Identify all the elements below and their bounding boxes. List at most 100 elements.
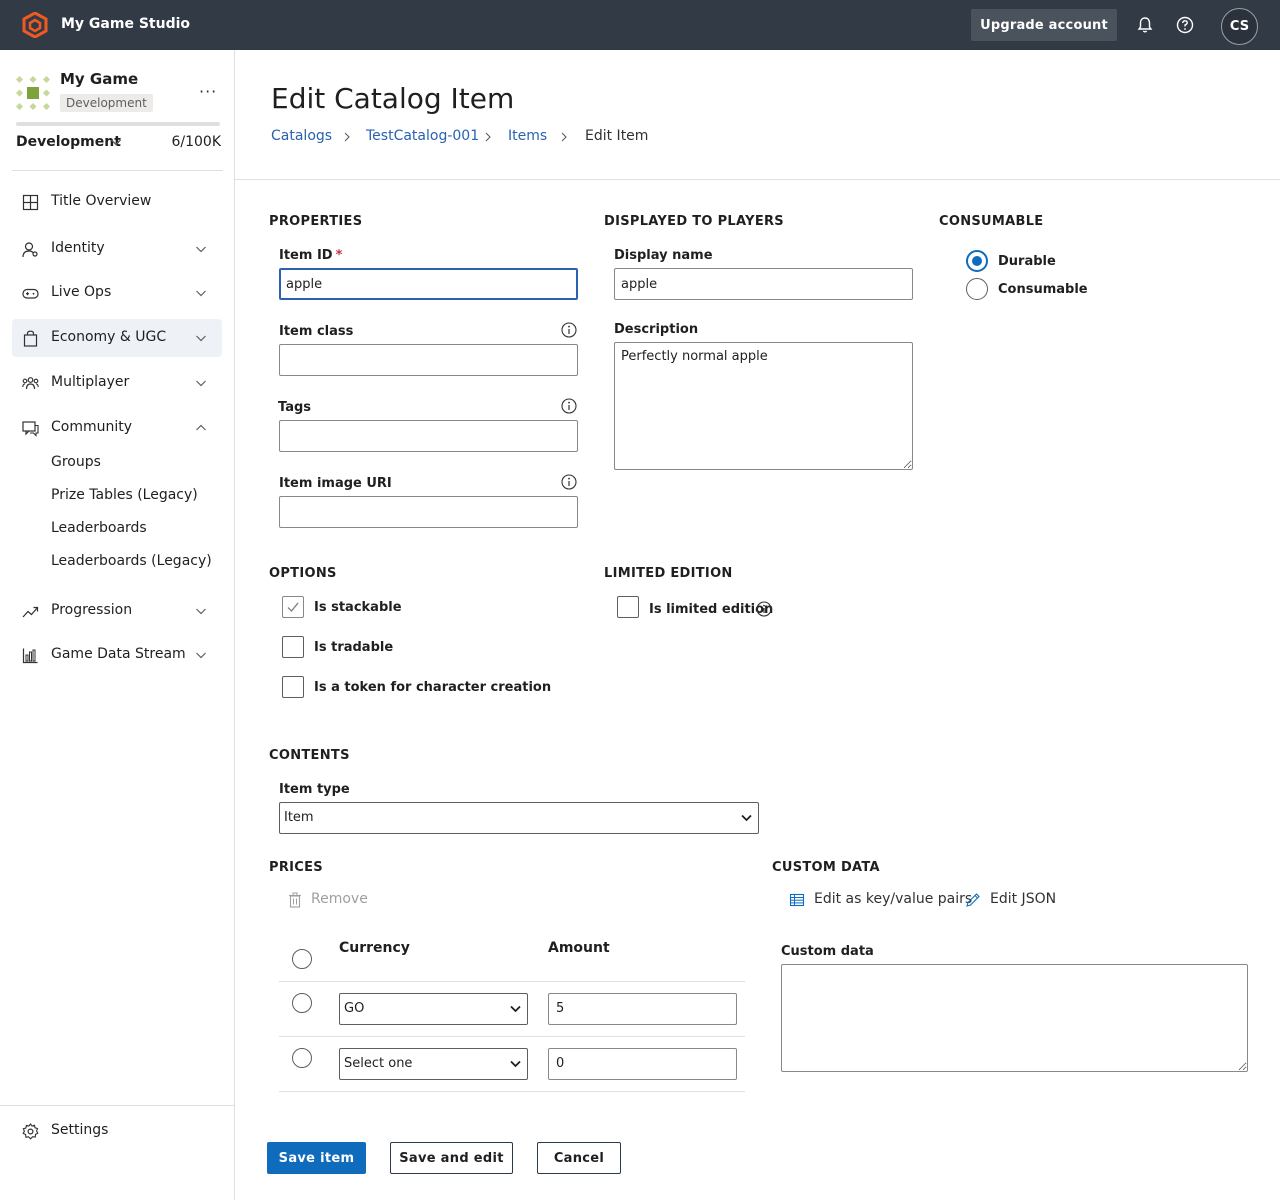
amount-input[interactable]: 0 [548,1048,737,1080]
select-all-prices-radio[interactable] [292,949,312,969]
nav-label: Economy & UGC [51,329,167,345]
stackable-checkbox[interactable] [282,596,304,618]
nav-label: Game Data Stream [51,646,186,662]
chevron-right-icon [344,132,350,142]
nav-settings[interactable]: Settings [12,1112,222,1150]
save-item-button[interactable]: Save item [267,1142,366,1174]
item-type-select[interactable]: Item [279,802,759,834]
nav-label: Progression [51,602,133,618]
checkmark-icon [287,602,299,613]
info-icon[interactable] [561,474,577,490]
chevron-down-icon [510,1005,521,1013]
usage-count: 6/100K [171,134,221,150]
item-type-value: Item [284,810,314,825]
description-label: Description [614,322,699,337]
bell-icon[interactable] [1136,16,1154,34]
durable-label[interactable]: Durable [998,254,1056,269]
nav-sub-leaderboards-legacy[interactable]: Leaderboards (Legacy) [51,553,212,569]
durable-radio[interactable] [966,250,988,272]
info-icon[interactable] [756,601,772,617]
nav-sub-prize-tables[interactable]: Prize Tables (Legacy) [51,487,198,503]
character-token-checkbox[interactable] [282,676,304,698]
nav-identity[interactable]: Identity [12,230,222,268]
nav-sub-leaderboards[interactable]: Leaderboards [51,520,147,536]
more-options-icon[interactable]: ··· [199,82,217,101]
chevron-down-icon [510,1060,521,1068]
info-icon[interactable] [561,398,577,414]
tags-input[interactable] [279,420,578,452]
nav-multiplayer[interactable]: Multiplayer [12,364,222,402]
edit-json-button[interactable]: Edit JSON [965,891,1057,911]
trend-up-icon [22,606,39,618]
currency-select[interactable]: GO [339,993,528,1025]
save-and-edit-button[interactable]: Save and edit [390,1142,513,1174]
consumable-radio[interactable] [966,278,988,300]
chevron-down-icon [196,652,206,659]
currency-select[interactable]: Select one [339,1048,528,1080]
item-class-input[interactable] [279,344,578,376]
section-heading-consumable: CONSUMABLE [939,214,1044,229]
bar-chart-icon [22,648,38,664]
image-uri-label: Item image URI [279,476,392,491]
nav-community[interactable]: Community [12,409,222,447]
studio-logo-icon[interactable] [22,12,48,38]
nav-label: Title Overview [51,193,152,209]
help-icon[interactable] [1176,16,1194,34]
limited-edition-label[interactable]: Is limited edition [649,602,773,617]
edit-key-value-button[interactable]: Edit as key/value pairs [789,891,972,911]
divider [12,170,223,171]
divider [279,1091,745,1092]
tradable-checkbox[interactable] [282,636,304,658]
amount-column-header: Amount [548,940,610,956]
remove-price-button[interactable]: Remove [287,891,368,911]
display-name-input[interactable] [614,268,913,300]
limited-edition-checkbox[interactable] [617,596,639,618]
currency-value: GO [344,1001,365,1016]
identity-icon [22,242,38,258]
character-token-label[interactable]: Is a token for character creation [314,680,551,695]
game-name[interactable]: My Game [60,70,138,88]
breadcrumb-catalog[interactable]: TestCatalog-001 [366,128,479,144]
image-uri-input[interactable] [279,496,578,528]
nav-sub-groups[interactable]: Groups [51,454,101,470]
tradable-label[interactable]: Is tradable [314,640,393,655]
nav-game-data-stream[interactable]: Game Data Stream [12,636,222,674]
price-row-radio[interactable] [292,1048,312,1068]
edit-json-label: Edit JSON [990,891,1057,907]
cancel-button[interactable]: Cancel [537,1142,621,1174]
user-avatar[interactable]: CS [1221,8,1258,45]
info-icon[interactable] [561,322,577,338]
item-type-label: Item type [279,782,350,797]
nav-label: Multiplayer [51,374,130,390]
price-row-radio[interactable] [292,993,312,1013]
nav-label: Community [51,419,133,435]
table-icon [789,893,805,907]
custom-data-textarea[interactable] [781,964,1248,1072]
nav-label: Live Ops [51,284,112,300]
nav-label: Identity [51,240,105,256]
stackable-label[interactable]: Is stackable [314,600,402,615]
upgrade-account-button[interactable]: Upgrade account [971,9,1117,41]
nav-title-overview[interactable]: Title Overview [12,183,222,221]
page-title: Edit Catalog Item [271,82,515,115]
breadcrumb-items[interactable]: Items [508,128,547,144]
studio-name[interactable]: My Game Studio [61,16,190,32]
consumable-label[interactable]: Consumable [998,282,1088,297]
amount-input[interactable]: 5 [548,993,737,1025]
chevron-down-icon[interactable] [110,136,122,148]
description-textarea[interactable]: Perfectly normal apple [614,342,913,470]
breadcrumb-catalogs[interactable]: Catalogs [271,128,332,144]
nav-progression[interactable]: Progression [12,592,222,630]
environment-badge: Development [60,94,153,112]
chevron-down-icon [196,290,206,297]
item-id-label: Item ID * [279,248,342,263]
section-heading-displayed: DISPLAYED TO PLAYERS [604,214,784,229]
environment-select[interactable]: Development [16,134,121,150]
nav-economy-ugc[interactable]: Economy & UGC [12,319,222,357]
chevron-up-icon [196,424,206,431]
nav-live-ops[interactable]: Live Ops [12,274,222,312]
item-id-input[interactable] [279,268,578,300]
section-heading-options: OPTIONS [269,566,337,581]
divider [279,1036,745,1037]
shopping-bag-icon [23,330,38,347]
